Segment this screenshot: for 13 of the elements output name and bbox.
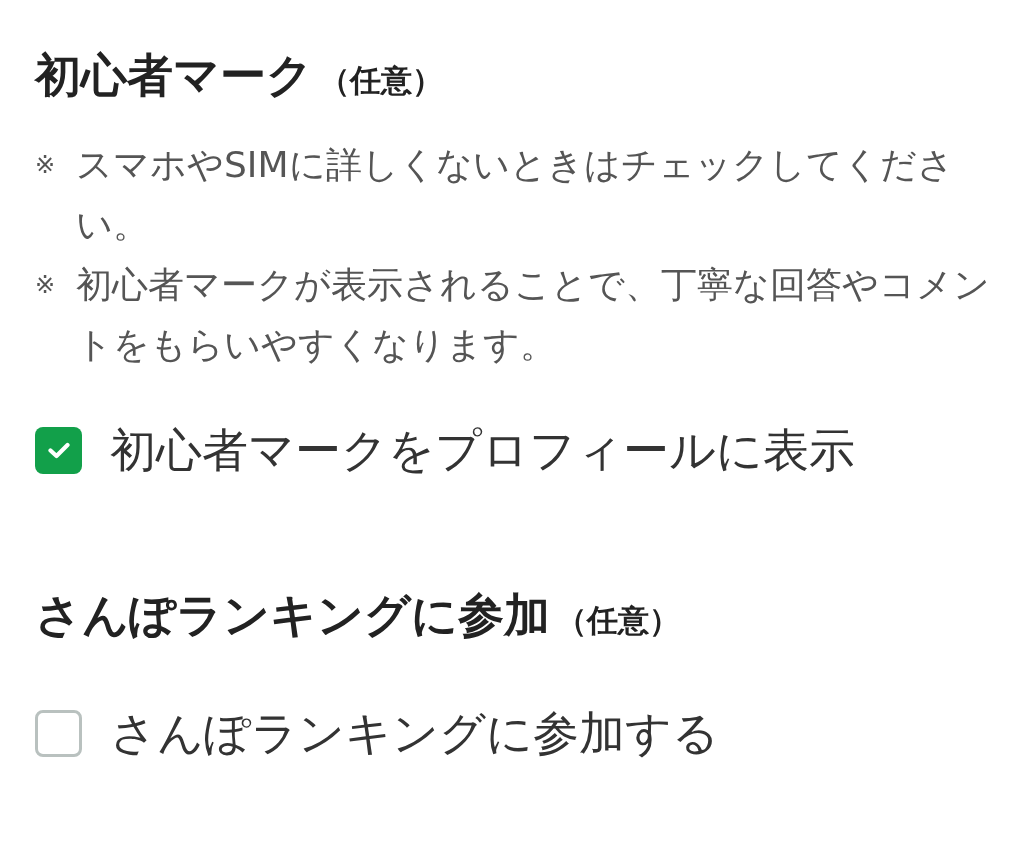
note-mark: ※ — [35, 270, 57, 301]
checkbox-label[interactable]: さんぽランキングに参加する — [110, 703, 719, 763]
section-title: さんぽランキングに参加 — [35, 587, 550, 644]
note-mark: ※ — [35, 150, 57, 181]
note-text: 初心者マークが表示されることで、丁寧な回答やコメントをもらいやすくなります。 — [76, 263, 991, 367]
optional-tag: （任意） — [319, 50, 443, 110]
checkbox-label[interactable]: 初心者マークをプロフィールに表示 — [110, 420, 855, 480]
checkbox[interactable] — [35, 426, 82, 474]
section-title: 初心者マーク — [35, 47, 313, 104]
note-text: スマホやSIMに詳しくないときはチェックしてください。 — [76, 143, 955, 247]
optional-tag: （任意） — [556, 590, 680, 650]
checkbox[interactable] — [35, 709, 82, 757]
check-icon — [47, 441, 70, 459]
